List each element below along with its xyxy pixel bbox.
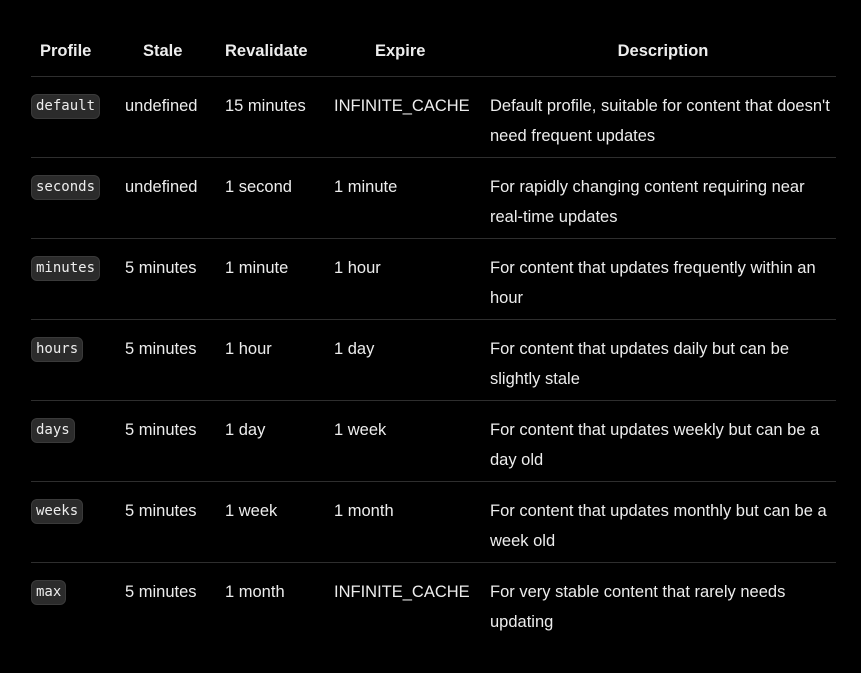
column-header-expire: Expire [334,26,490,77]
cell-description: For content that updates monthly but can… [490,481,836,563]
table-row: default undefined 15 minutes INFINITE_CA… [31,76,836,158]
cell-stale: 5 minutes [125,583,197,601]
table-row: seconds undefined 1 second 1 minute For … [31,157,836,239]
column-header-profile: Profile [31,26,125,77]
profile-code-badge: days [31,418,75,443]
cell-description: Default profile, suitable for content th… [490,76,836,158]
cell-stale: 5 minutes [125,319,225,401]
table-header-row: Profile Stale Revalidate Expire Descript… [31,26,836,77]
cell-revalidate: 1 week [225,481,334,563]
cell-revalidate: 1 minute [225,238,334,320]
cell-expire: 1 day [334,319,490,401]
cell-description: For very stable content that rarely need… [490,583,786,631]
cell-profile: hours [31,319,125,401]
table-row: max 5 minutes 1 month INFINITE_CACHE For… [31,563,836,644]
profile-code-badge: minutes [31,256,101,281]
cell-expire: INFINITE_CACHE [334,583,470,601]
profile-code-badge: max [31,580,67,605]
cell-description: For content that updates daily but can b… [490,319,836,401]
cell-profile: max [31,563,125,644]
table-row: hours 5 minutes 1 hour 1 day For content… [31,319,836,401]
cell-profile: minutes [31,238,125,320]
column-header-revalidate: Revalidate [225,26,334,77]
cell-profile: weeks [31,481,125,563]
cell-stale: undefined [125,157,225,239]
cell-revalidate: 15 minutes [225,76,334,158]
cell-description: For content that updates frequently with… [490,238,836,320]
cell-stale: undefined [125,76,225,158]
table-row: minutes 5 minutes 1 minute 1 hour For co… [31,238,836,320]
cache-profiles-table: Profile Stale Revalidate Expire Descript… [31,26,836,643]
cell-profile: seconds [31,157,125,239]
column-header-stale: Stale [125,26,225,77]
profile-code-badge: hours [31,337,84,362]
profile-code-badge: weeks [31,499,84,524]
cell-expire: 1 minute [334,157,490,239]
cell-stale: 5 minutes [125,481,225,563]
table-row: weeks 5 minutes 1 week 1 month For conte… [31,481,836,563]
cell-stale: 5 minutes [125,238,225,320]
cell-expire: INFINITE_CACHE [334,76,490,158]
cell-revalidate: 1 day [225,400,334,482]
cell-expire: 1 hour [334,238,490,320]
cell-profile: days [31,400,125,482]
profile-code-badge: default [31,94,101,119]
profile-code-badge: seconds [31,175,101,200]
cell-revalidate: 1 hour [225,319,334,401]
cell-revalidate: 1 second [225,157,334,239]
table-row: days 5 minutes 1 day 1 week For content … [31,400,836,482]
cell-stale: 5 minutes [125,400,225,482]
cell-expire: 1 month [334,481,490,563]
cell-description: For rapidly changing content requiring n… [490,157,836,239]
cache-profiles-table-container: Profile Stale Revalidate Expire Descript… [31,26,836,643]
cell-description: For content that updates weekly but can … [490,400,836,482]
column-header-description: Description [490,26,836,77]
cell-revalidate: 1 month [225,583,285,601]
cell-expire: 1 week [334,400,490,482]
cell-profile: default [31,76,125,158]
